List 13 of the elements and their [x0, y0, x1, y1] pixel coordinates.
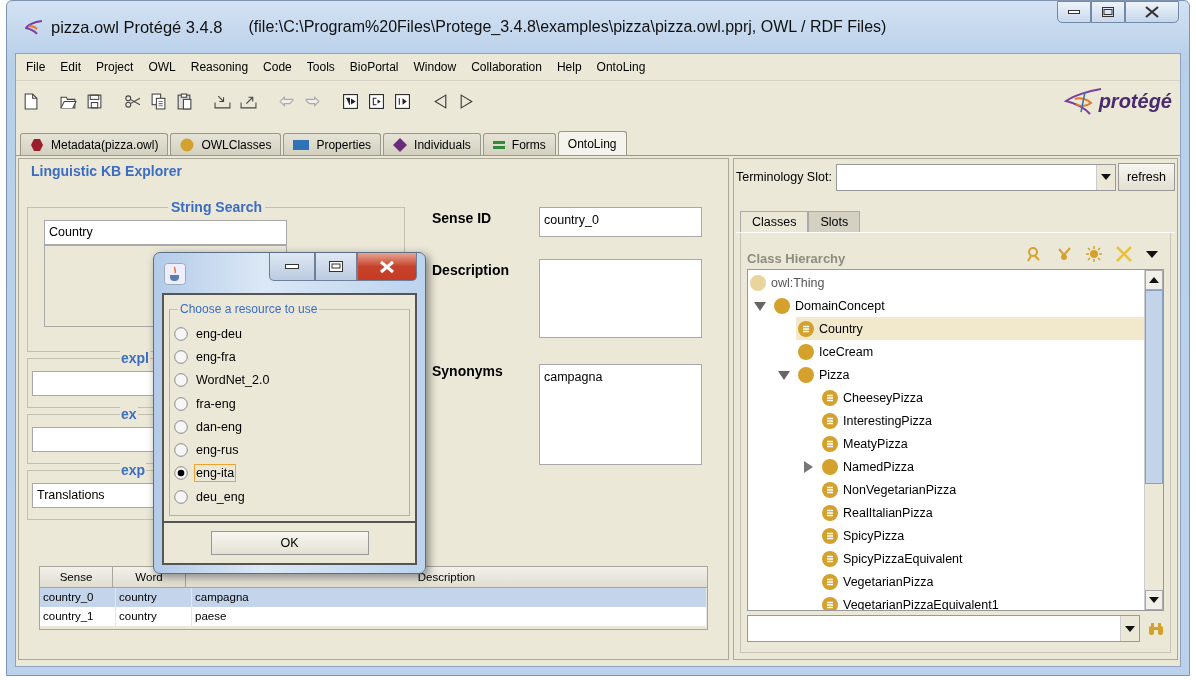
group-title: Choose a resource to use [178, 302, 320, 316]
field-label: Description [432, 261, 509, 280]
panel-title: Linguistic KB Explorer [30, 163, 183, 179]
logo-text: protégé [1098, 89, 1172, 113]
group-title: exp [120, 462, 147, 479]
field-label: Synonyms [432, 362, 503, 381]
section-title: Class Hierarchy [747, 250, 846, 266]
group-title: String Search [168, 199, 266, 216]
group-title: expl [120, 350, 150, 367]
window-title: pizza.owl Protégé 3.4.8 [51, 17, 223, 37]
field-label: Sense ID [432, 209, 492, 228]
field-label: Terminology Slot: [736, 170, 832, 184]
window-path: (file:\C:\Program%20Files\Protege_3.4.8\examples\pizza\pizza.owl.pprj, OWL / RDF Files) [248, 18, 887, 36]
